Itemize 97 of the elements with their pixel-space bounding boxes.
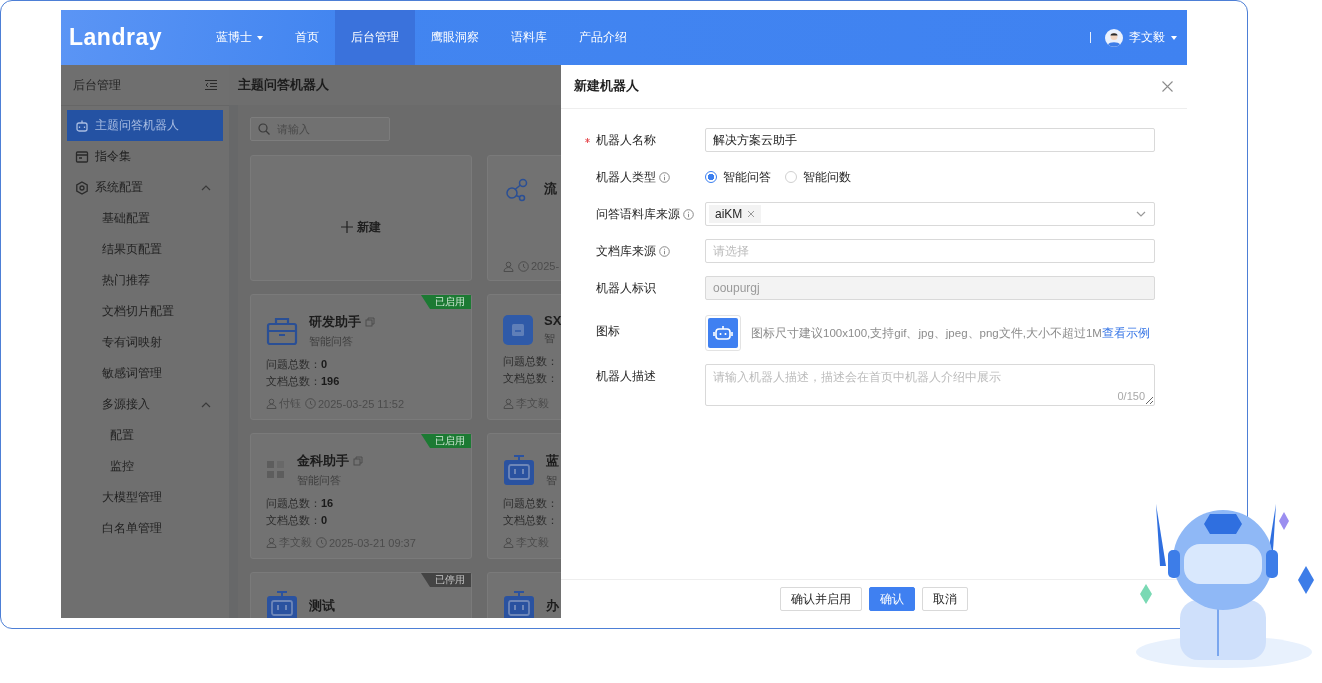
sidebar-item[interactable]: 多源接入 xyxy=(67,389,223,420)
robot-icon xyxy=(75,118,89,133)
logo[interactable]: Landray xyxy=(61,24,200,51)
field-label: 机器人类型 xyxy=(596,168,656,186)
panel-icon xyxy=(75,149,89,164)
card-stat: 问题总数： xyxy=(503,354,559,369)
field-label: 机器人名称 xyxy=(596,131,656,149)
new-card[interactable]: 新建 xyxy=(250,155,472,281)
sidebar-item[interactable]: 热门推荐 xyxy=(67,265,223,296)
settings-icon xyxy=(75,180,89,195)
icon-upload[interactable] xyxy=(705,315,741,351)
plus-icon xyxy=(341,221,353,233)
robot-icon xyxy=(708,318,738,348)
user-icon xyxy=(503,398,514,409)
robot-icon xyxy=(266,591,298,618)
chevron-down-icon xyxy=(1136,211,1146,217)
copy-icon[interactable] xyxy=(365,317,375,327)
sidebar-item[interactable]: 配置 xyxy=(67,420,223,451)
sidebar-item[interactable]: 专有词映射 xyxy=(67,327,223,358)
close-icon[interactable] xyxy=(1162,81,1173,92)
user-icon xyxy=(503,260,514,272)
nav-tab[interactable]: 后台管理 xyxy=(335,10,415,65)
secondary-button[interactable]: 确认并启用 xyxy=(780,587,862,611)
sidebar-item[interactable]: 大模型管理 xyxy=(67,482,223,513)
page-title: 主题问答机器人 xyxy=(238,76,329,94)
primary-button[interactable]: 确认 xyxy=(869,587,915,611)
nav-tab[interactable]: 鹰眼洞察 xyxy=(415,10,495,65)
card-stat: 问题总数：16 xyxy=(266,496,335,511)
user-icon xyxy=(266,537,277,548)
nav-tab[interactable]: 语料库 xyxy=(495,10,563,65)
card-title: 测试 xyxy=(309,597,335,615)
card-title: 金科助手 xyxy=(297,452,349,470)
card-stat: 问题总数： xyxy=(503,496,559,511)
robot-card[interactable]: 办 xyxy=(487,572,561,618)
field-label: 图标 xyxy=(596,322,620,340)
caret-icon xyxy=(1171,35,1177,40)
user-name[interactable]: 李文毅 xyxy=(1129,29,1165,46)
card-title: 蓝 xyxy=(546,452,559,470)
card-stat: 文档总数： xyxy=(503,371,559,386)
nav-tab[interactable]: 首页 xyxy=(279,10,335,65)
card-title: 研发助手 xyxy=(309,313,361,331)
clock-icon xyxy=(518,260,529,272)
sidebar-item[interactable]: 文档切片配置 xyxy=(67,296,223,327)
nav-tab[interactable]: 蓝博士 xyxy=(200,10,279,65)
chevron-up-icon xyxy=(201,401,211,408)
sidebar-item[interactable]: 基础配置 xyxy=(67,203,223,234)
sidebar-item[interactable]: 结果页配置 xyxy=(67,234,223,265)
sidebar-item[interactable]: 敏感词管理 xyxy=(67,358,223,389)
robot-icon xyxy=(503,455,535,485)
field-label: 机器人标识 xyxy=(596,279,656,297)
user-icon xyxy=(266,398,277,409)
char-counter: 0/150 xyxy=(1117,390,1145,402)
sidebar-item[interactable]: 白名单管理 xyxy=(67,513,223,544)
user-icon xyxy=(503,537,514,548)
upload-hint: 图标尺寸建议100x100,支持gif、jpg、jpeg、png文件,大小不超过1M查看示例 xyxy=(751,325,1150,341)
document-icon xyxy=(503,314,533,345)
drawer-title: 新建机器人 xyxy=(574,78,639,95)
new-button[interactable]: 新建 xyxy=(341,218,381,236)
card-stat: 文档总数：196 xyxy=(266,374,341,389)
nav-tab[interactable]: 产品介绍 xyxy=(563,10,643,65)
field-label: 问答语料库来源 xyxy=(596,205,680,223)
field-label: 机器人描述 xyxy=(596,367,656,385)
radio-option[interactable]: 智能问数 xyxy=(785,168,851,186)
field-label: 文档库来源 xyxy=(596,242,656,260)
robot-icon xyxy=(503,591,535,618)
sidebar-title: 后台管理 xyxy=(73,76,121,94)
radio-option[interactable]: 智能问答 xyxy=(705,168,771,186)
collapse-icon[interactable] xyxy=(205,80,217,90)
tag-label: aiKM xyxy=(715,207,743,221)
secondary-button[interactable]: 取消 xyxy=(922,587,968,611)
sidebar-item[interactable]: 监控 xyxy=(67,451,223,482)
sidebar-item[interactable]: 系统配置 xyxy=(67,172,223,203)
card-stat: 文档总数： xyxy=(503,513,559,528)
card-stat: 问题总数：0 xyxy=(266,357,329,372)
status-badge: 已启用 xyxy=(421,434,471,448)
clock-icon xyxy=(316,537,327,548)
select-field[interactable]: 请选择 xyxy=(705,239,1155,263)
avatar-icon[interactable] xyxy=(1105,28,1123,47)
card-stat: 文档总数：0 xyxy=(266,513,329,528)
card-title: SX xyxy=(544,313,561,328)
radio-button[interactable] xyxy=(705,171,717,183)
sidebar-item[interactable]: 主题问答机器人 xyxy=(67,110,223,141)
status-badge: 已启用 xyxy=(421,295,471,309)
select-field[interactable]: aiKM xyxy=(705,202,1155,226)
example-link[interactable]: 查看示例 xyxy=(1101,326,1150,339)
card-title: 办 xyxy=(546,597,559,615)
copy-icon[interactable] xyxy=(353,456,363,466)
clock-icon xyxy=(305,398,316,409)
status-badge: 已停用 xyxy=(421,573,471,587)
close-icon[interactable] xyxy=(747,210,756,218)
search-icon xyxy=(258,123,270,135)
chevron-up-icon xyxy=(201,184,211,191)
text-field[interactable]: 解决方案云助手 xyxy=(705,128,1155,152)
sidebar-item[interactable]: 指令集 xyxy=(67,141,223,172)
card-title: 流 xyxy=(544,180,557,198)
briefcase-icon xyxy=(266,316,298,346)
robot-card[interactable]: 已停用 测试 xyxy=(250,572,472,618)
